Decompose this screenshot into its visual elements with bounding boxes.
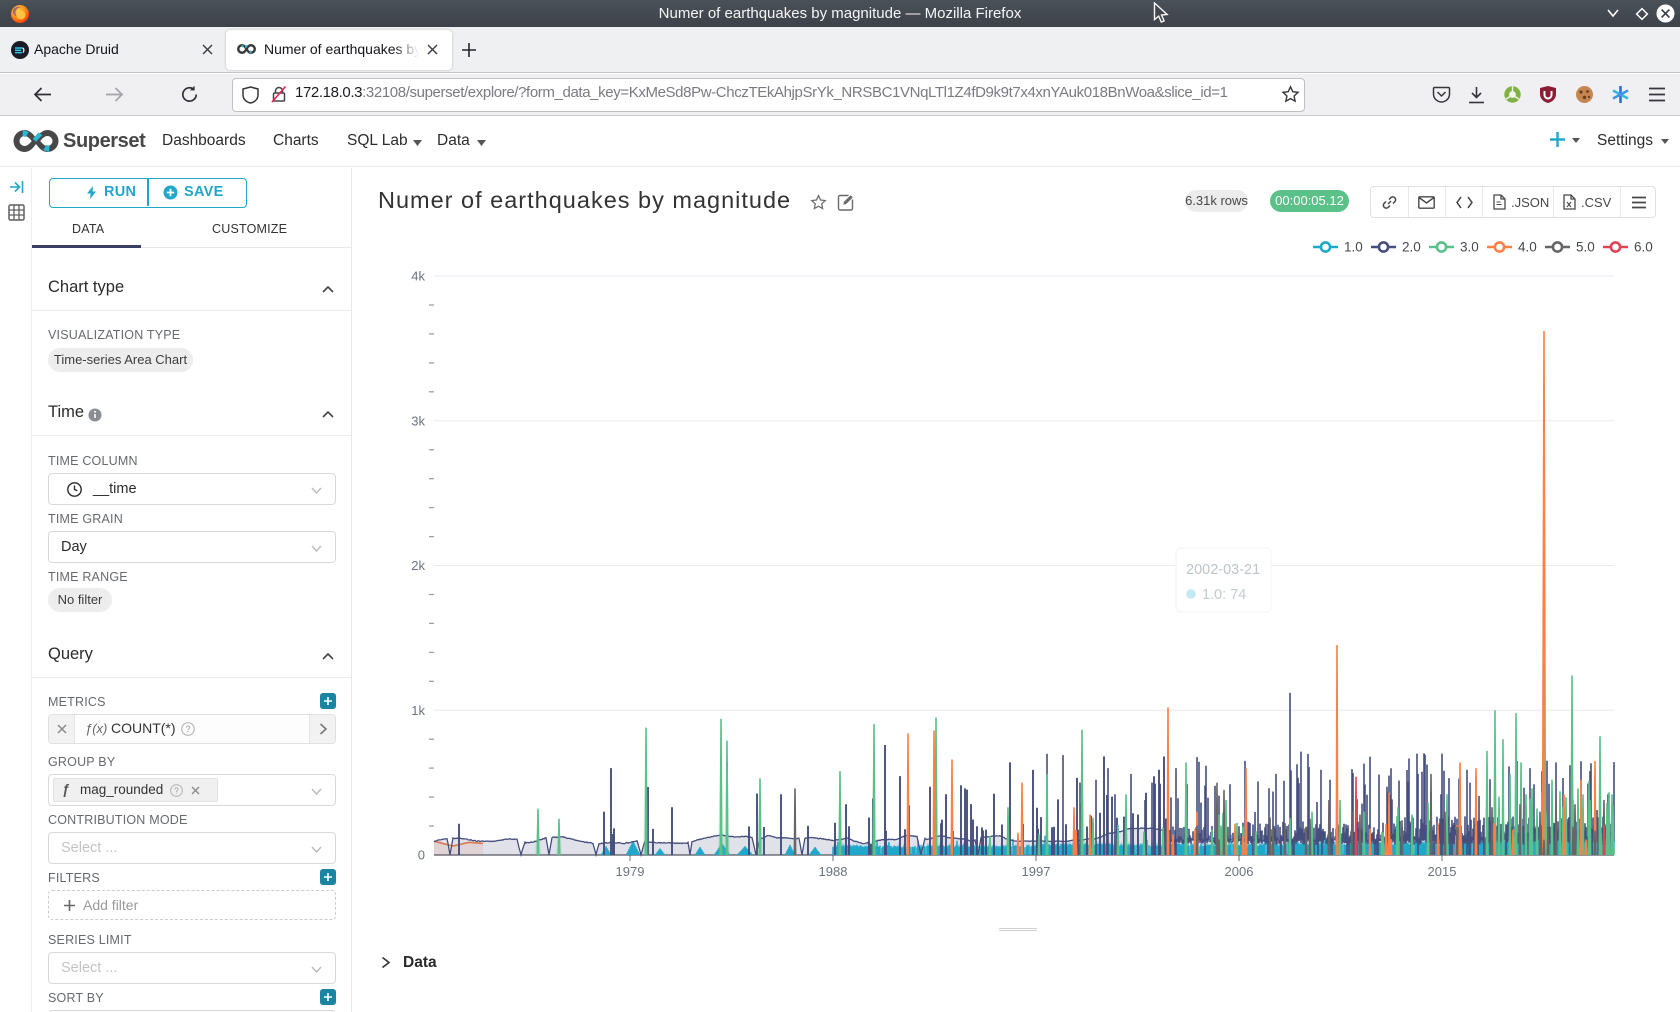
- svg-text:4k: 4k: [411, 269, 425, 284]
- svg-text:1.0: 74: 1.0: 74: [1202, 587, 1246, 603]
- svg-text:1988: 1988: [819, 864, 848, 879]
- svg-text:?: ?: [185, 724, 190, 734]
- svg-text:3k: 3k: [411, 413, 425, 428]
- svg-text:1997: 1997: [1022, 864, 1051, 879]
- svg-text:2002-03-21: 2002-03-21: [1186, 562, 1260, 578]
- svg-text:0: 0: [418, 848, 425, 863]
- svg-text:1979: 1979: [616, 864, 645, 879]
- svg-text:?: ?: [174, 785, 179, 795]
- svg-text:1k: 1k: [411, 703, 425, 718]
- svg-text:2k: 2k: [411, 558, 425, 573]
- svg-text:2006: 2006: [1225, 864, 1254, 879]
- svg-text:2015: 2015: [1428, 864, 1457, 879]
